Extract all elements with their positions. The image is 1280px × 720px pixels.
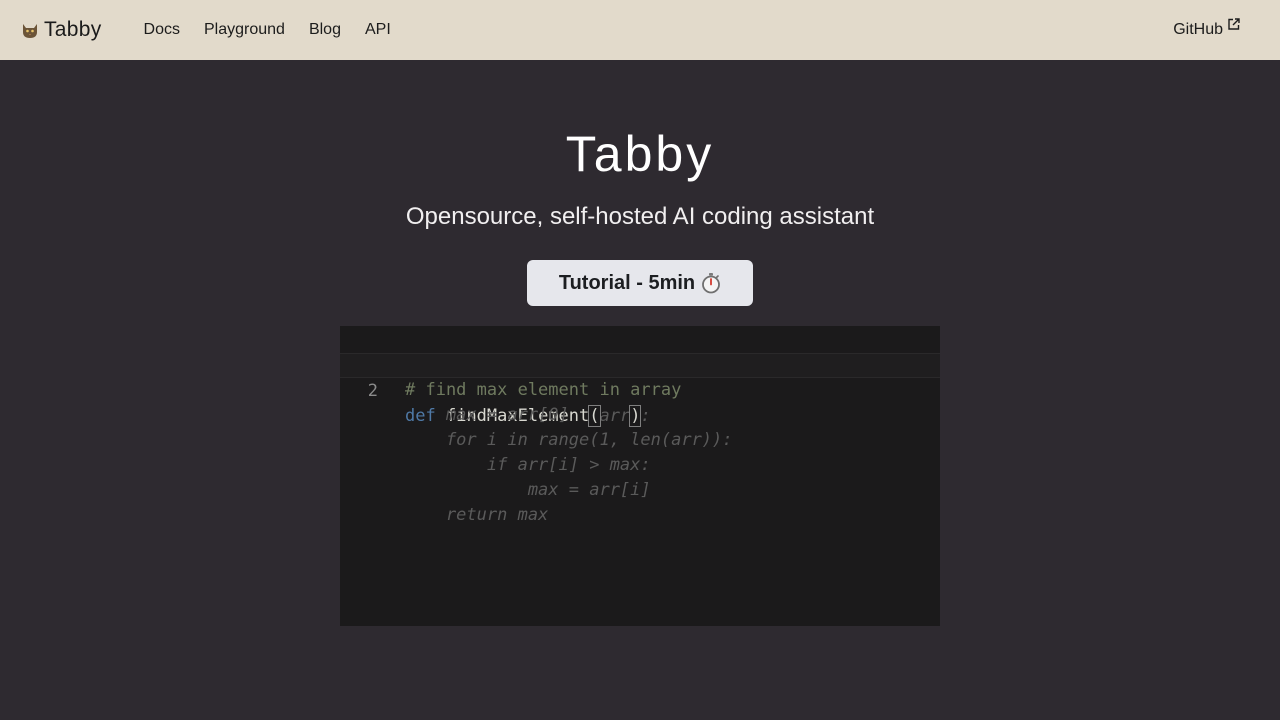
brand-name: Tabby bbox=[44, 18, 102, 41]
nav-link-blog[interactable]: Blog bbox=[309, 21, 341, 39]
code-editor-demo: 1 # find max element in array 2 def find… bbox=[340, 326, 940, 626]
code-line-active: 2 def findMaxElement(arr): bbox=[340, 353, 940, 427]
hero-subtitle: Opensource, self-hosted AI coding assist… bbox=[405, 203, 875, 230]
suggestion-line: max = arr[i] bbox=[340, 453, 940, 500]
suggestion-line: for i in range(1, len(arr)): bbox=[340, 403, 940, 450]
nav-links: Docs Playground Blog API bbox=[144, 21, 415, 39]
hero-title: Tabby bbox=[565, 126, 715, 182]
nav-link-github[interactable]: GitHub bbox=[1173, 18, 1240, 39]
nav-link-playground[interactable]: Playground bbox=[204, 21, 285, 39]
tutorial-button[interactable]: Tutorial - 5min bbox=[527, 260, 753, 306]
nav-link-api[interactable]: API bbox=[365, 21, 391, 39]
nav-right: GitHub bbox=[1173, 18, 1240, 39]
suggestion-line: if arr[i] > max: bbox=[340, 428, 940, 475]
stopwatch-icon bbox=[701, 272, 721, 294]
external-link-icon bbox=[1227, 18, 1240, 31]
code-line: 1 # find max element in array bbox=[340, 328, 940, 400]
cat-logo-icon bbox=[20, 20, 40, 40]
tutorial-button-label: Tutorial - 5min bbox=[558, 271, 696, 294]
suggestion-text: return max bbox=[405, 505, 549, 525]
navbar: Tabby Docs Playground Blog API GitHub bbox=[0, 0, 1280, 60]
nav-link-docs[interactable]: Docs bbox=[144, 21, 180, 39]
brand-link[interactable]: Tabby bbox=[20, 18, 102, 42]
suggestion-line: return max bbox=[340, 478, 940, 525]
suggestion-line: max = arr[0] bbox=[340, 378, 940, 425]
github-label: GitHub bbox=[1173, 21, 1223, 38]
